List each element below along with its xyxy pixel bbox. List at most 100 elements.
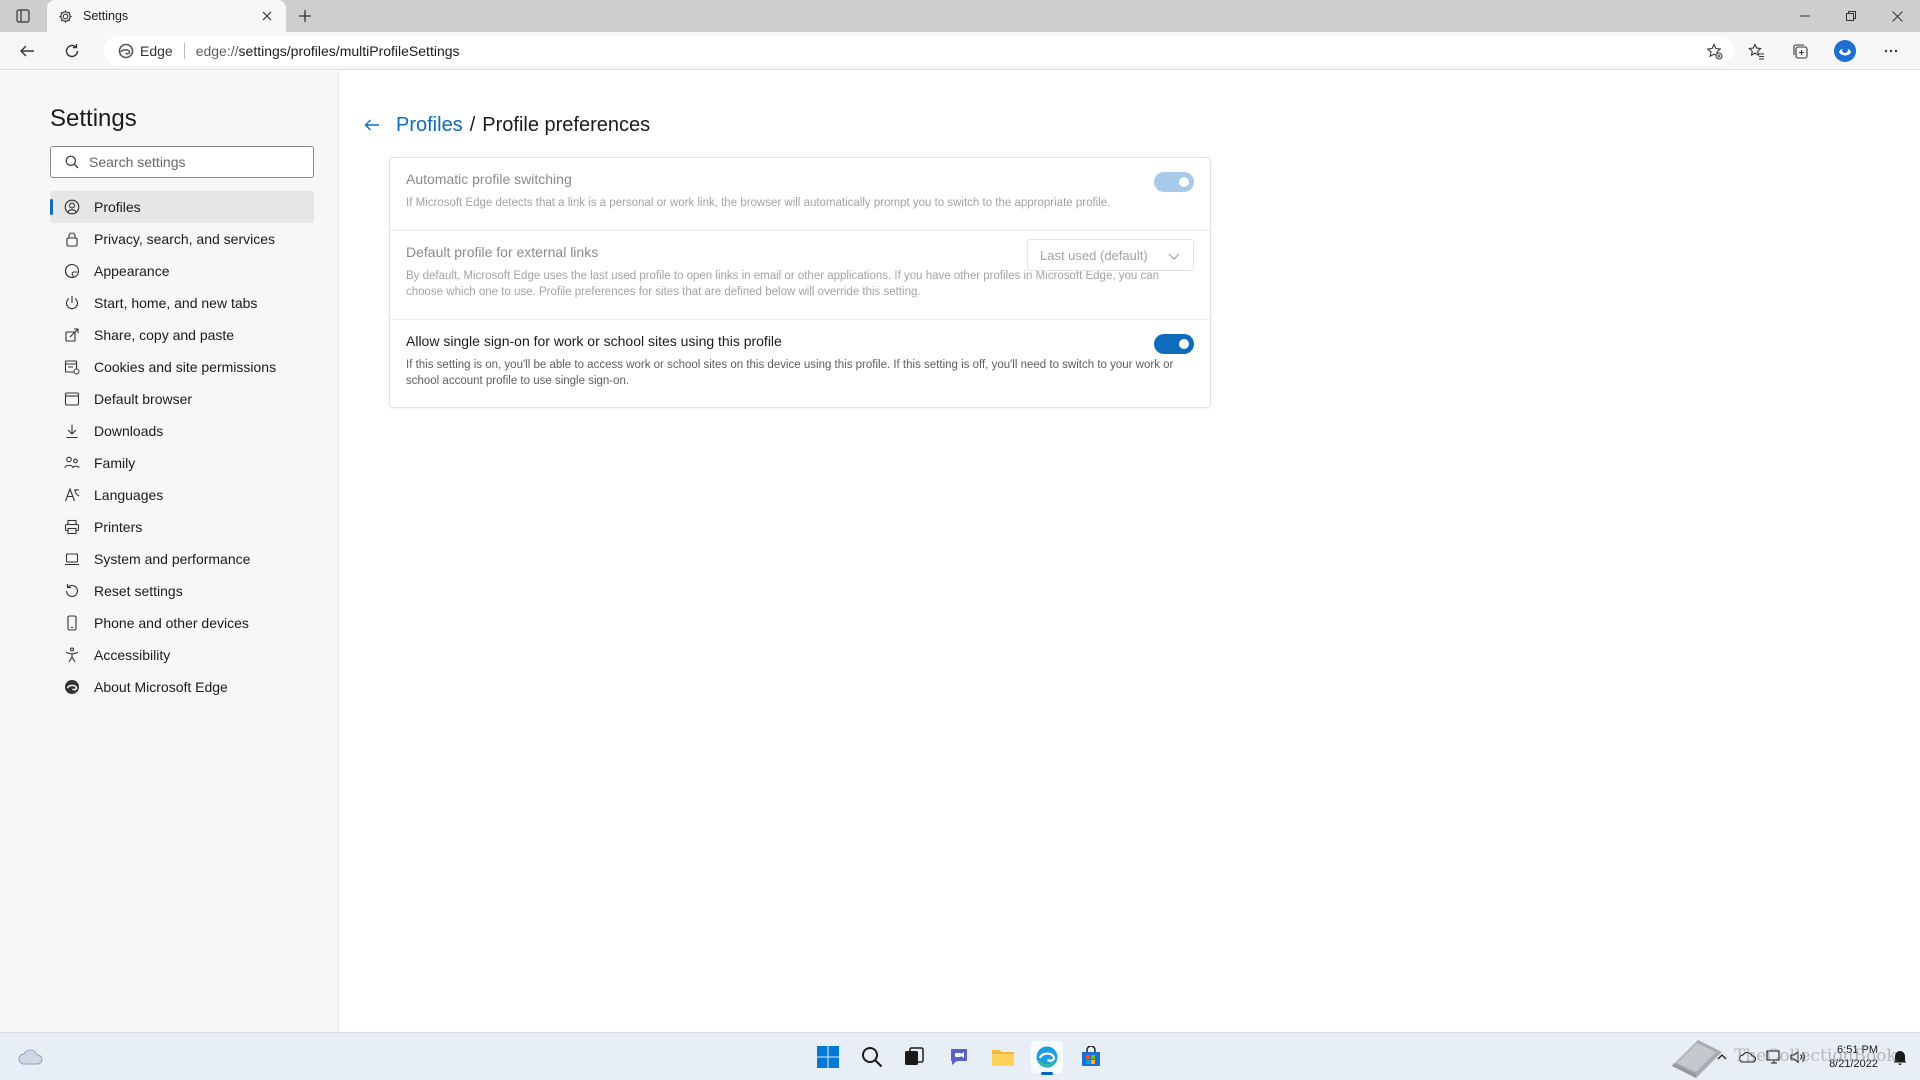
- address-bar[interactable]: Edge edge://settings/profiles/multiProfi…: [104, 36, 1734, 66]
- store-icon: [1082, 1046, 1100, 1066]
- favorites-icon: [1747, 42, 1764, 59]
- sidebar-item-label: Profiles: [94, 199, 141, 215]
- tab-actions-icon: [16, 9, 30, 23]
- favorites-button[interactable]: [1741, 37, 1771, 65]
- notifications-button[interactable]: [1890, 1047, 1910, 1067]
- sidebar-item-label: About Microsoft Edge: [94, 679, 228, 695]
- automatic-switching-toggle[interactable]: [1154, 172, 1194, 192]
- family-icon: [64, 455, 80, 471]
- breadcrumb-profiles-link[interactable]: Profiles: [396, 114, 463, 137]
- collections-icon: [1792, 43, 1808, 59]
- tab-close-button[interactable]: [258, 7, 276, 25]
- sidebar-item-label: Cookies and site permissions: [94, 359, 277, 375]
- sidebar-item-phone-devices[interactable]: Phone and other devices: [50, 607, 314, 639]
- sidebar-item-languages[interactable]: Languages: [50, 479, 314, 511]
- more-icon: [1884, 49, 1898, 53]
- restore-button[interactable]: [1828, 0, 1874, 32]
- printer-icon: [64, 519, 80, 535]
- edge-logo-icon: [118, 43, 134, 59]
- sidebar-item-cookies[interactable]: Cookies and site permissions: [50, 351, 314, 383]
- arrow-left-icon: [364, 119, 379, 131]
- collections-button[interactable]: [1785, 37, 1815, 65]
- single-sign-on-toggle[interactable]: [1154, 334, 1194, 354]
- sidebar-item-accessibility[interactable]: Accessibility: [50, 639, 314, 671]
- chat-icon: [951, 1049, 967, 1065]
- tab-actions-button[interactable]: [10, 5, 36, 27]
- windows-icon: [817, 1046, 839, 1068]
- sidebar-item-reset-settings[interactable]: Reset settings: [50, 575, 314, 607]
- start-button[interactable]: [812, 1041, 844, 1073]
- sidebar-item-label: Privacy, search, and services: [94, 231, 276, 247]
- minimize-icon: [1800, 15, 1810, 17]
- taskbar: 6:51 PM 8/21/2022: [0, 1032, 1920, 1080]
- cloud-icon: [18, 1049, 43, 1065]
- url-path: settings/profiles/multiProfileSettings: [238, 43, 460, 59]
- edge-taskbar-button[interactable]: [1031, 1041, 1063, 1075]
- chat-button[interactable]: [943, 1041, 975, 1073]
- sidebar-item-downloads[interactable]: Downloads: [50, 415, 314, 447]
- sidebar-item-label: System and performance: [94, 551, 251, 567]
- sidebar-item-privacy[interactable]: Privacy, search, and services: [50, 223, 314, 255]
- browser-icon: [64, 391, 80, 407]
- site-identity[interactable]: Edge: [104, 43, 173, 59]
- sidebar-item-appearance[interactable]: Appearance: [50, 255, 314, 287]
- url-text: edge://settings/profiles/multiProfileSet…: [196, 43, 460, 59]
- close-window-button[interactable]: [1874, 0, 1920, 32]
- appearance-icon: [64, 263, 80, 279]
- minimize-button[interactable]: [1782, 0, 1828, 32]
- settings-sidebar: Settings Profiles Privacy, search, and s…: [0, 71, 339, 1032]
- search-input[interactable]: [89, 154, 299, 170]
- cloud-icon: [1739, 1052, 1757, 1063]
- profile-preferences-card: Automatic profile switching If Microsoft…: [389, 157, 1211, 408]
- onedrive-button[interactable]: [1734, 1045, 1762, 1069]
- weather-widget[interactable]: [15, 1041, 47, 1073]
- phone-icon: [64, 615, 80, 631]
- search-box[interactable]: [50, 146, 314, 178]
- settings-nav: Profiles Privacy, search, and services A…: [50, 191, 314, 703]
- site-label: Edge: [140, 43, 173, 59]
- sidebar-item-about-edge[interactable]: About Microsoft Edge: [50, 671, 314, 703]
- network-icon: [1766, 1050, 1780, 1064]
- arrow-left-icon: [20, 45, 34, 57]
- gear-icon: [59, 9, 72, 23]
- reset-icon: [64, 583, 80, 599]
- new-tab-button[interactable]: [294, 5, 316, 27]
- file-explorer-button[interactable]: [987, 1041, 1019, 1073]
- network-button[interactable]: [1762, 1045, 1786, 1069]
- title-bar: Settings: [0, 0, 1920, 32]
- clock-date: 8/21/2022: [1829, 1058, 1878, 1070]
- search-icon: [65, 155, 79, 169]
- tab-settings[interactable]: Settings: [47, 0, 286, 32]
- back-button[interactable]: [12, 37, 42, 65]
- store-button[interactable]: [1075, 1041, 1107, 1073]
- profile-icon: [64, 199, 80, 215]
- volume-button[interactable]: [1786, 1045, 1810, 1069]
- avatar: [1834, 40, 1856, 62]
- sidebar-item-start-home[interactable]: Start, home, and new tabs: [50, 287, 314, 319]
- tray-overflow-button[interactable]: [1710, 1045, 1734, 1069]
- sidebar-item-default-browser[interactable]: Default browser: [50, 383, 314, 415]
- default-profile-dropdown[interactable]: Last used (default): [1027, 239, 1194, 271]
- taskbar-clock[interactable]: 6:51 PM 8/21/2022: [1829, 1043, 1878, 1071]
- sidebar-item-printers[interactable]: Printers: [50, 511, 314, 543]
- setting-description: If Microsoft Edge detects that a link is…: [406, 197, 1111, 209]
- sidebar-item-share-copy-paste[interactable]: Share, copy and paste: [50, 319, 314, 351]
- more-menu-button[interactable]: [1876, 37, 1906, 65]
- accessibility-icon: [64, 647, 80, 663]
- system-tray: [1710, 1033, 1810, 1080]
- sidebar-item-profiles[interactable]: Profiles: [50, 191, 314, 223]
- refresh-button[interactable]: [57, 37, 87, 65]
- breadcrumb-back-button[interactable]: [358, 111, 386, 139]
- add-favorite-button[interactable]: [1704, 41, 1724, 61]
- search-icon: [862, 1047, 883, 1068]
- profile-button[interactable]: [1830, 37, 1860, 65]
- sidebar-item-system-performance[interactable]: System and performance: [50, 543, 314, 575]
- task-view-button[interactable]: [898, 1041, 930, 1073]
- setting-single-sign-on: Allow single sign-on for work or school …: [390, 319, 1210, 407]
- breadcrumb: Profiles / Profile preferences: [358, 111, 650, 139]
- edge-logo-icon: [1036, 1046, 1058, 1068]
- sidebar-item-label: Printers: [94, 519, 143, 535]
- sidebar-item-family[interactable]: Family: [50, 447, 314, 479]
- search-taskbar-button[interactable]: [856, 1041, 888, 1073]
- setting-title: Allow single sign-on for work or school …: [406, 333, 782, 349]
